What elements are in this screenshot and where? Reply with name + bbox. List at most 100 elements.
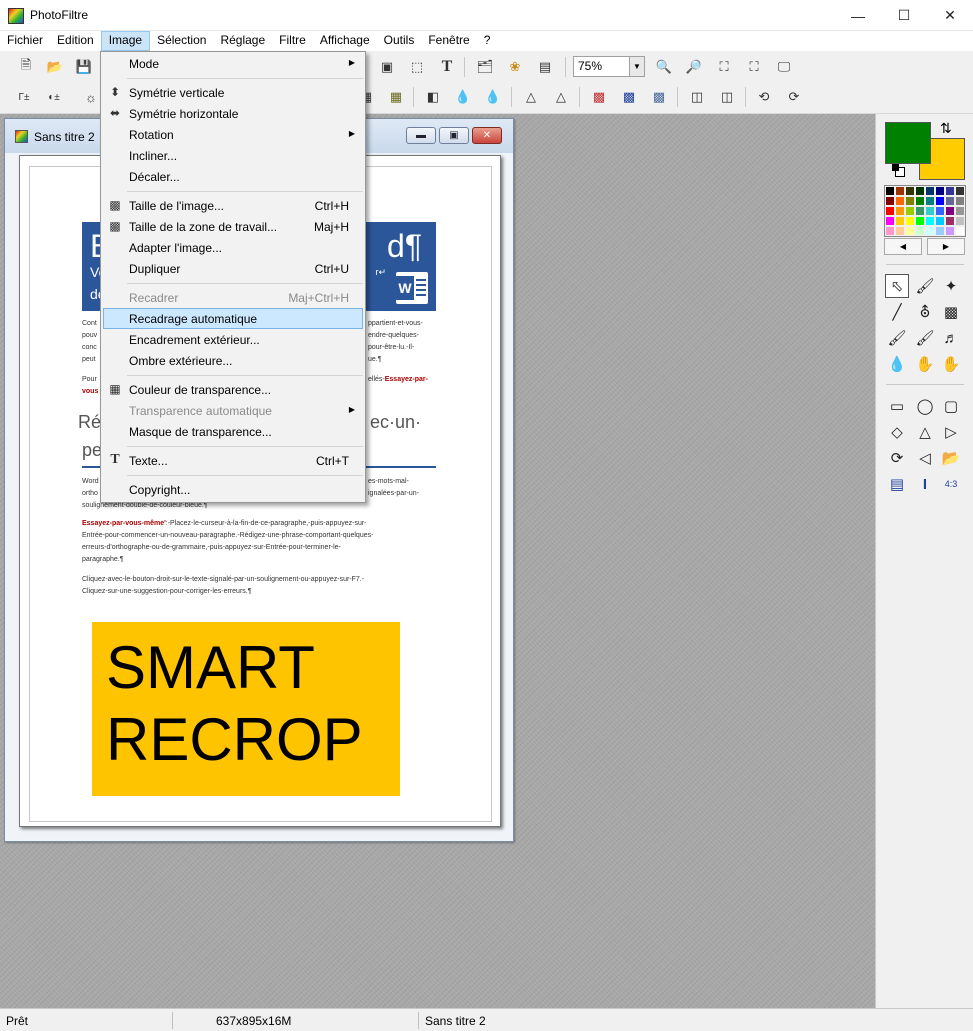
smudge-tool-icon[interactable]: ✋ (913, 352, 937, 376)
gamma-plus-icon[interactable]: Γ± (13, 86, 35, 108)
actual-size-icon[interactable]: ⛶ (713, 56, 735, 78)
texture-icon[interactable]: ▦ (385, 86, 407, 108)
palette-swatch[interactable] (915, 196, 925, 206)
minimize-icon[interactable]: — (835, 0, 881, 31)
menu-item-couleur-transparence[interactable]: ▦ Couleur de transparence... (103, 379, 363, 400)
chevron-down-icon[interactable]: ▼ (629, 57, 644, 76)
palette-swatch[interactable] (955, 206, 965, 216)
menu-outils[interactable]: Outils (377, 31, 422, 51)
menu-item-symetrie-horizontale[interactable]: ⬌ Symétrie horizontale (103, 103, 363, 124)
palette-swatch[interactable] (925, 196, 935, 206)
brightness-icon[interactable]: ☼ (80, 86, 102, 108)
palette-swatch[interactable] (915, 216, 925, 226)
palette-swatch[interactable] (945, 196, 955, 206)
palette-swatch[interactable] (915, 206, 925, 216)
eyedropper-tool-icon[interactable]: 🖌 (913, 274, 937, 298)
flip-vertical-tb-icon[interactable]: ◫ (716, 86, 738, 108)
menu-edition[interactable]: Edition (50, 31, 101, 51)
rotate-right-icon[interactable]: ⟳ (783, 86, 805, 108)
new-file-icon[interactable]: 🗎 (15, 56, 37, 78)
doc-close-icon[interactable]: ✕ (472, 127, 502, 144)
palette-swatch[interactable] (945, 206, 955, 216)
palette-swatch[interactable] (935, 186, 945, 196)
spray-tool-icon[interactable]: ▩ (939, 300, 963, 324)
palette-swatch[interactable] (935, 196, 945, 206)
palette-swatch[interactable] (925, 216, 935, 226)
close-icon[interactable]: ✕ (927, 0, 973, 31)
doc-minimize-icon[interactable]: ▬ (406, 127, 436, 144)
palette-swatch[interactable] (905, 196, 915, 206)
triangle-selection-icon[interactable]: △ (913, 420, 937, 444)
palette-swatch[interactable] (905, 216, 915, 226)
palette-swatch[interactable] (895, 196, 905, 206)
contrast-plus-icon[interactable]: ◐± (43, 86, 65, 108)
explorer-icon[interactable]: 🗂 (474, 56, 496, 78)
menu-item-ombre-exterieure[interactable]: Ombre extérieure... (103, 350, 363, 371)
levels-icon[interactable]: ◧ (422, 86, 444, 108)
selection-text-icon[interactable]: I (913, 472, 937, 496)
menu-item-masque-transparence[interactable]: Masque de transparence... (103, 421, 363, 442)
menu-item-taille-image[interactable]: ▩ Taille de l'image... Ctrl+H (103, 195, 363, 216)
menu-item-incliner[interactable]: Incliner... (103, 145, 363, 166)
menu-item-symetrie-verticale[interactable]: ⬍ Symétrie verticale (103, 82, 363, 103)
palette-swatch[interactable] (885, 196, 895, 206)
filter-icon[interactable]: ▩ (648, 86, 670, 108)
plugin-icon[interactable]: ❀ (504, 56, 526, 78)
advanced-brush-tool-icon[interactable]: 🖌 (913, 326, 937, 350)
menu-fichier[interactable]: Fichier (0, 31, 50, 51)
fit-window-icon[interactable]: ⛶ (743, 56, 765, 78)
rectangle-selection-icon[interactable]: ▭ (885, 394, 909, 418)
palette-next-button[interactable]: ▶ (927, 238, 965, 255)
menu-item-rotation[interactable]: Rotation ▶ (103, 124, 363, 145)
brush-tool-icon[interactable]: 🖌 (885, 326, 909, 350)
fill-tool-icon[interactable]: ⛢ (913, 300, 937, 324)
open-folder-icon[interactable]: 📂 (44, 56, 66, 78)
save-icon[interactable]: 💾 (73, 56, 95, 78)
palette-swatch[interactable] (895, 186, 905, 196)
palette-prev-button[interactable]: ◀ (884, 238, 922, 255)
hand-tool-icon[interactable]: ✋ (939, 352, 963, 376)
palette-swatch[interactable] (885, 226, 895, 236)
pointer-tool-icon[interactable]: ⬁ (885, 274, 909, 298)
palette-swatch[interactable] (955, 216, 965, 226)
palette-swatch[interactable] (945, 216, 955, 226)
palette-swatch[interactable] (895, 206, 905, 216)
palette-swatch[interactable] (925, 186, 935, 196)
menu-image[interactable]: Image (100, 31, 151, 51)
menu-item-mode[interactable]: Mode ▶ (103, 53, 363, 74)
line-tool-icon[interactable]: ╱ (885, 300, 909, 324)
menu-item-adapter-image[interactable]: Adapter l'image... (103, 237, 363, 258)
selection-options-icon[interactable]: ▤ (885, 472, 909, 496)
load-selection-icon[interactable]: 📂 (939, 446, 963, 470)
palette-swatch[interactable] (955, 186, 965, 196)
drop-icon[interactable]: 💧 (452, 86, 474, 108)
window-icon[interactable]: ▤ (534, 56, 556, 78)
rotate-left-icon[interactable]: ⟲ (753, 86, 775, 108)
palette-swatch[interactable] (885, 186, 895, 196)
polygon-selection-icon[interactable]: ◁ (913, 446, 937, 470)
palette-swatch[interactable] (895, 216, 905, 226)
magic-wand-tool-icon[interactable]: ✦ (939, 274, 963, 298)
ratio-43-icon[interactable]: 4:3 (939, 472, 963, 496)
menu-item-copyright[interactable]: Copyright... (103, 479, 363, 500)
foreground-color-swatch[interactable] (885, 122, 931, 164)
palette-swatch[interactable] (955, 226, 965, 236)
menu-item-taille-zone-travail[interactable]: ▩ Taille de la zone de travail... Maj+H (103, 216, 363, 237)
sharpen-more-icon[interactable]: △ (550, 86, 572, 108)
flip-horizontal-tb-icon[interactable]: ◫ (686, 86, 708, 108)
menu-item-texte[interactable]: T Texte... Ctrl+T (103, 450, 363, 471)
palette-swatch[interactable] (905, 206, 915, 216)
menu-item-decaler[interactable]: Décaler... (103, 166, 363, 187)
palette-swatch[interactable] (915, 226, 925, 236)
menu-item-encadrement-exterieur[interactable]: Encadrement extérieur... (103, 329, 363, 350)
palette-swatch[interactable] (915, 186, 925, 196)
selection-icon[interactable]: ⬚ (406, 56, 428, 78)
text-tool-icon[interactable]: T (436, 56, 458, 78)
right-triangle-selection-icon[interactable]: ▷ (939, 420, 963, 444)
diamond-selection-icon[interactable]: ◇ (885, 420, 909, 444)
gradient-icon[interactable]: ▩ (618, 86, 640, 108)
palette-swatch[interactable] (955, 196, 965, 206)
swap-colors-icon[interactable]: ⇅ (940, 120, 952, 137)
palette-swatch[interactable] (935, 216, 945, 226)
ellipse-selection-icon[interactable]: ◯ (913, 394, 937, 418)
